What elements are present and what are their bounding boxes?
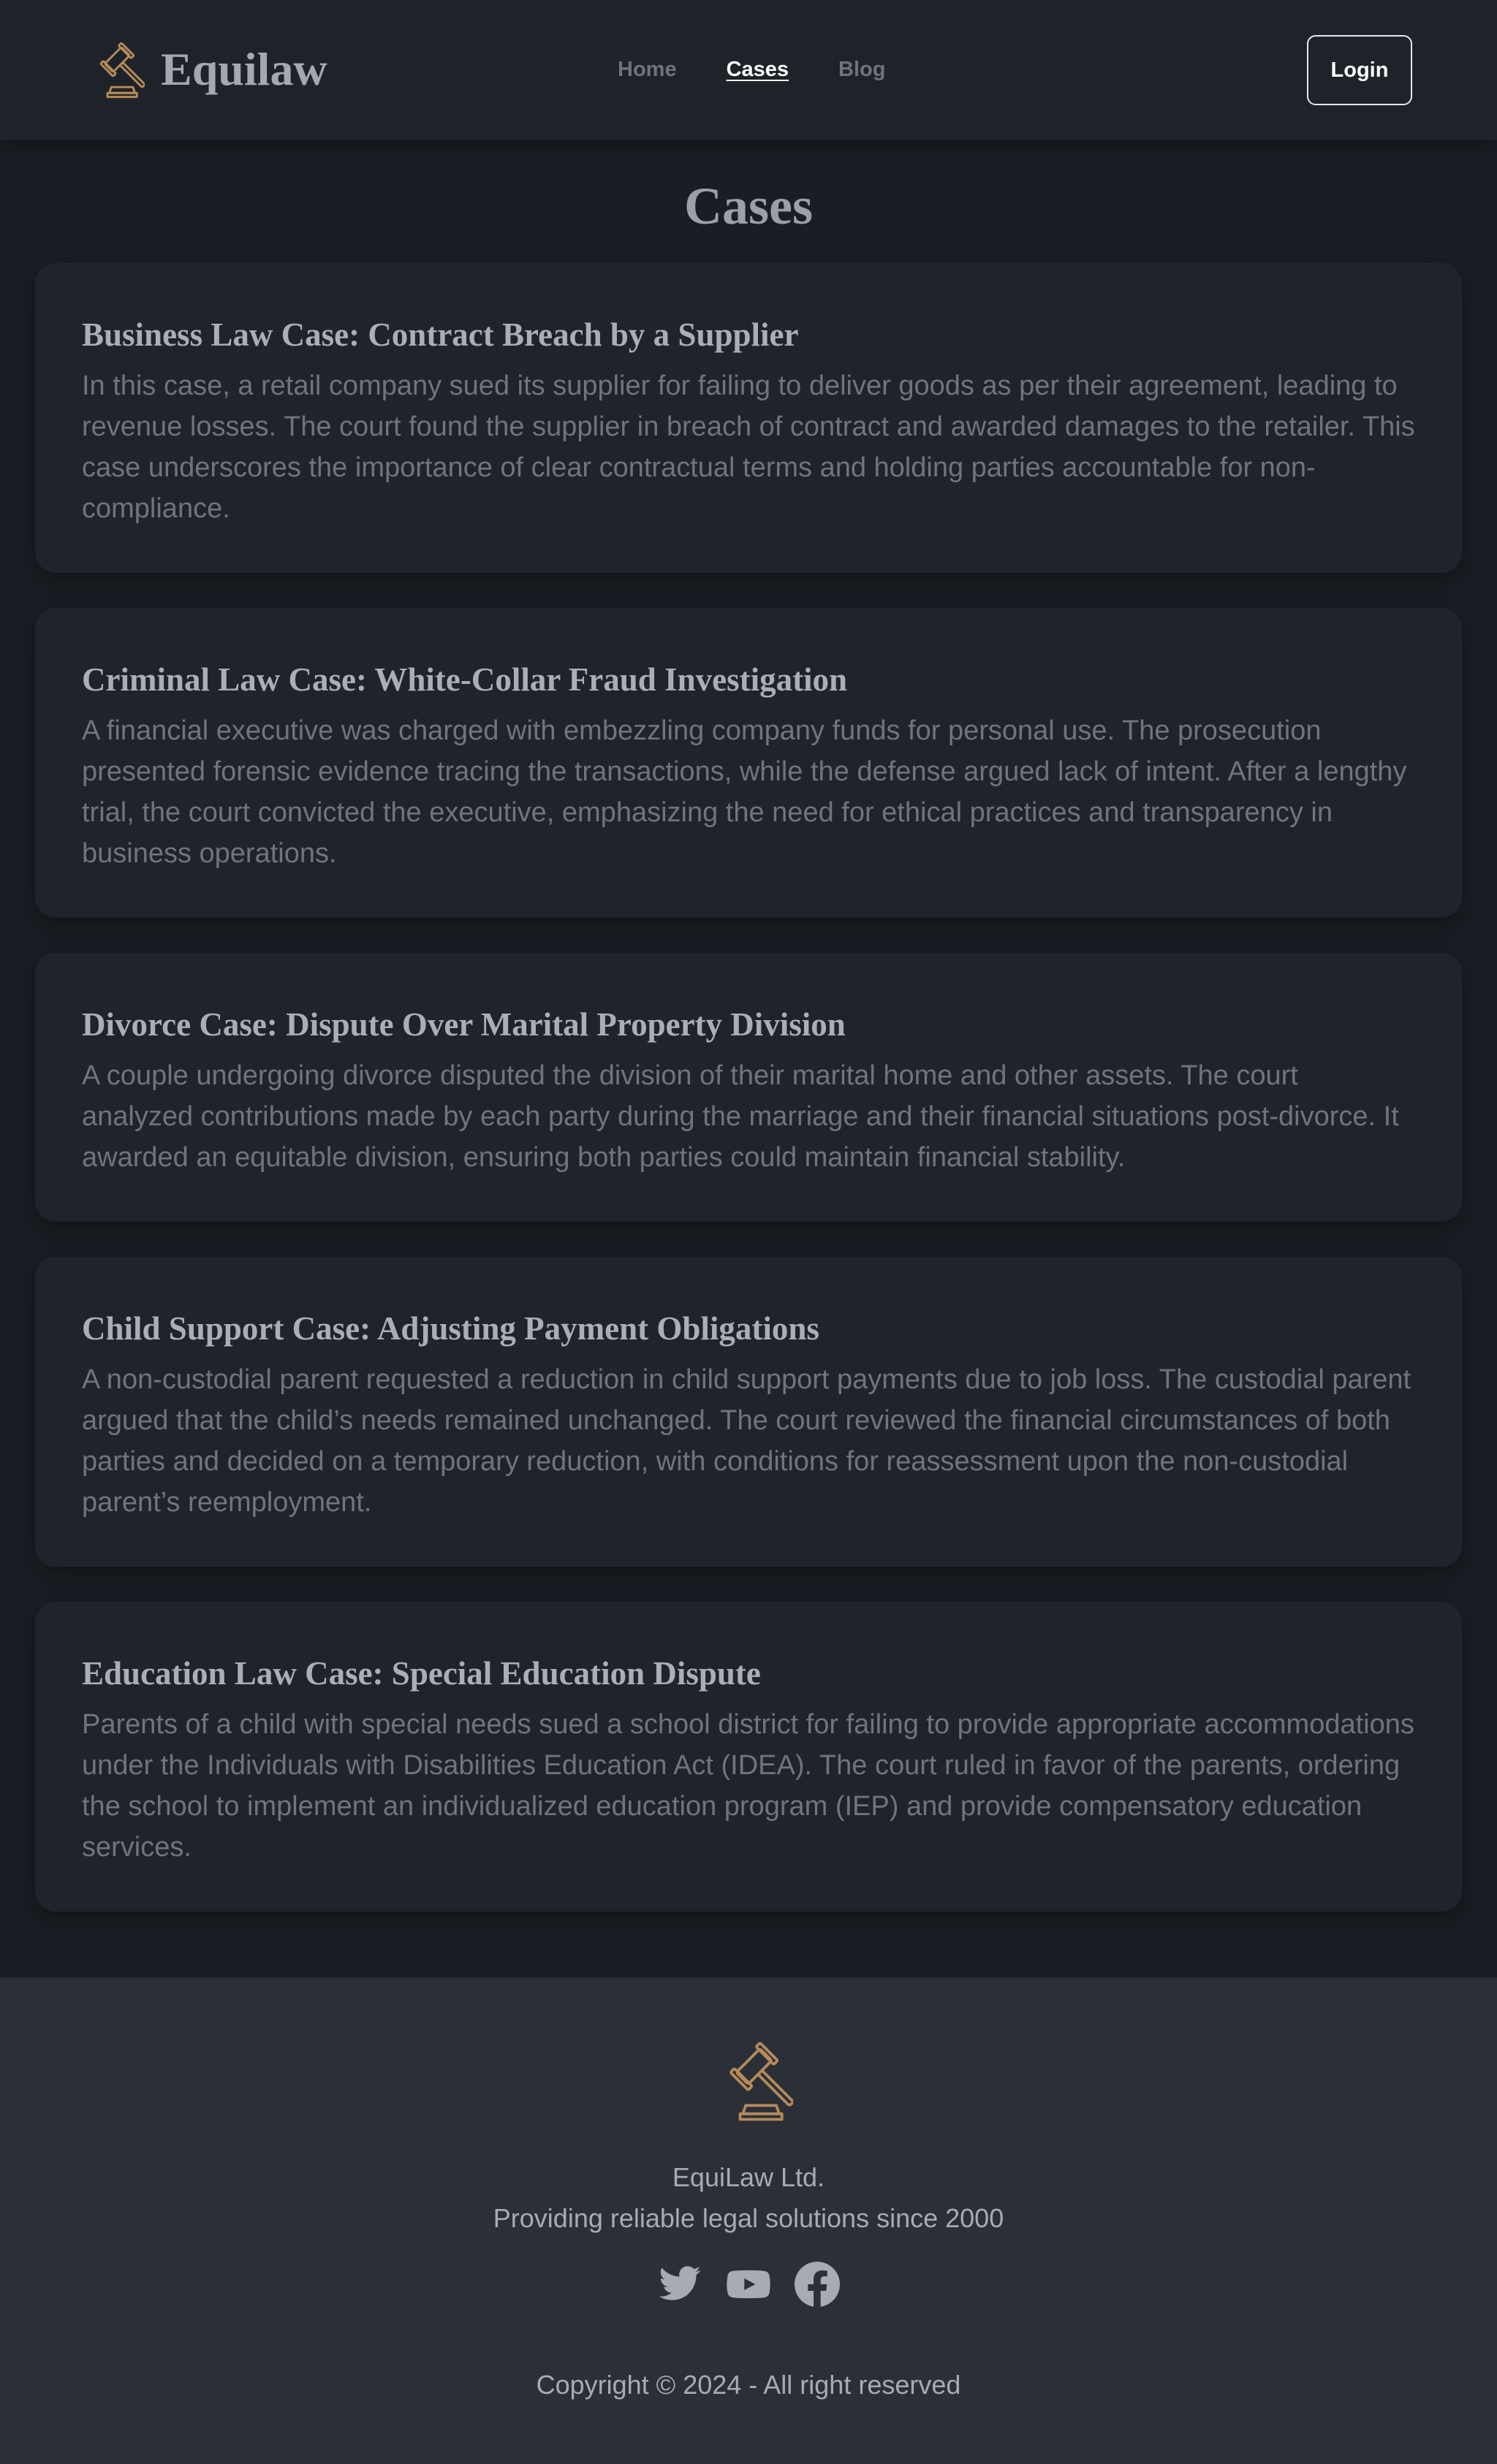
- footer-company-name: EquiLaw Ltd.: [672, 2162, 825, 2192]
- case-card: Business Law Case: Contract Breach by a …: [35, 263, 1462, 573]
- page-title: Cases: [684, 177, 813, 235]
- case-card: Education Law Case: Special Education Di…: [35, 1602, 1462, 1912]
- case-description: A non-custodial parent requested a reduc…: [82, 1364, 1411, 1518]
- nav-home-link[interactable]: Home: [618, 57, 677, 82]
- brand[interactable]: Equilaw: [82, 38, 327, 101]
- case-title: Divorce Case: Dispute Over Marital Prope…: [82, 1006, 846, 1043]
- gavel-icon: [729, 2042, 793, 2121]
- case-card: Divorce Case: Dispute Over Marital Prope…: [35, 953, 1462, 1222]
- site-header: Equilaw Home Cases Blog Login: [0, 0, 1497, 140]
- copyright-text: Copyright © 2024 - All right reserved: [536, 2370, 961, 2400]
- case-description: Parents of a child with special needs su…: [82, 1709, 1414, 1863]
- main-nav: Home Cases Blog: [618, 57, 935, 82]
- brand-name: Equilaw: [161, 43, 327, 95]
- gavel-icon: [99, 42, 145, 99]
- case-title: Criminal Law Case: White-Collar Fraud In…: [82, 661, 848, 698]
- case-card: Criminal Law Case: White-Collar Fraud In…: [35, 608, 1462, 918]
- footer-tagline: Providing reliable legal solutions since…: [493, 2203, 1004, 2233]
- facebook-icon[interactable]: [795, 2262, 840, 2307]
- twitter-icon[interactable]: [657, 2262, 702, 2307]
- case-description: In this case, a retail company sued its …: [82, 370, 1415, 524]
- case-description: A financial executive was charged with e…: [82, 715, 1407, 869]
- case-list: Business Law Case: Contract Breach by a …: [35, 263, 1462, 1947]
- case-title: Education Law Case: Special Education Di…: [82, 1655, 761, 1692]
- youtube-icon[interactable]: [726, 2262, 771, 2307]
- case-title: Child Support Case: Adjusting Payment Ob…: [82, 1310, 819, 1347]
- login-button[interactable]: Login: [1307, 35, 1412, 105]
- case-card: Child Support Case: Adjusting Payment Ob…: [35, 1257, 1462, 1567]
- social-links: [0, 2262, 1497, 2307]
- case-title: Business Law Case: Contract Breach by a …: [82, 316, 799, 353]
- nav-blog-link[interactable]: Blog: [838, 57, 885, 82]
- case-description: A couple undergoing divorce disputed the…: [82, 1060, 1399, 1173]
- nav-cases-link[interactable]: Cases: [727, 57, 789, 82]
